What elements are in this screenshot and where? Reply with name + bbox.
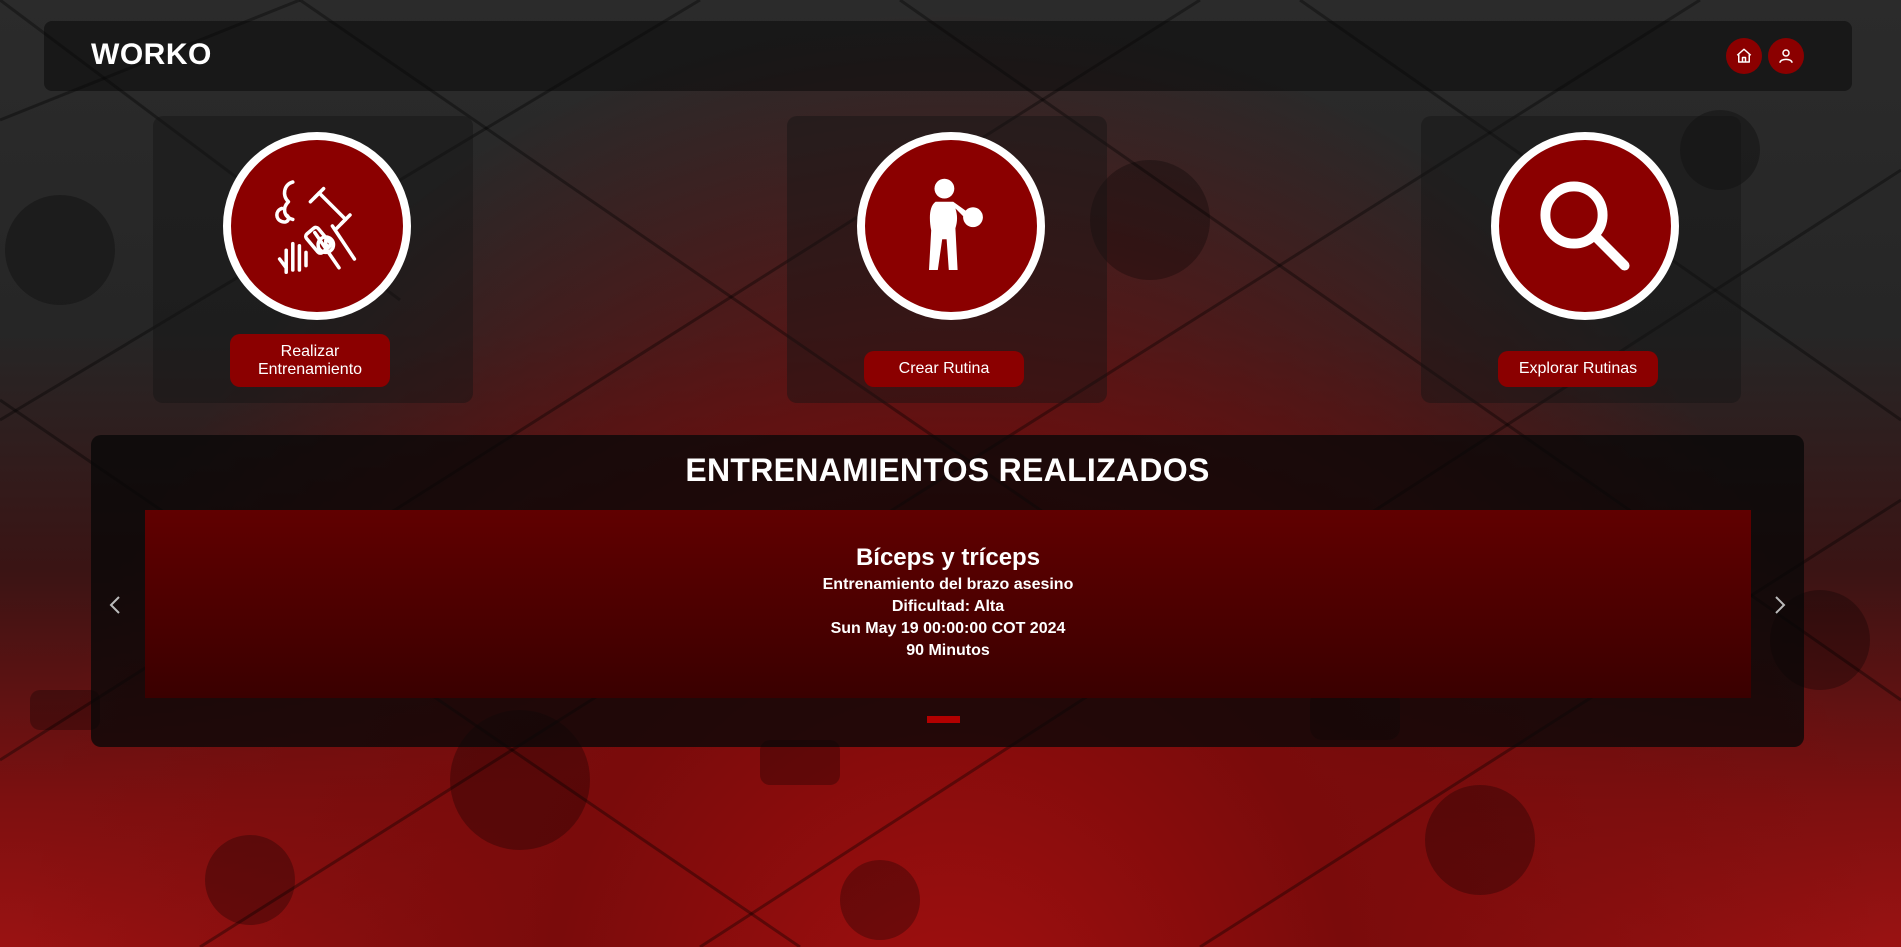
card-realizar-entrenamiento: Realizar Entrenamiento <box>153 116 473 403</box>
realizar-entrenamiento-button[interactable]: Realizar Entrenamiento <box>230 334 390 387</box>
workout-equipment-icon <box>275 180 357 274</box>
carousel-prev-button[interactable] <box>103 593 127 617</box>
history-panel: ENTRENAMIENTOS REALIZADOS Bíceps y tríce… <box>91 435 1804 747</box>
slide-workout-name: Bíceps y tríceps <box>855 544 1041 571</box>
carousel-next-button[interactable] <box>1768 593 1792 617</box>
card-explorar-rutinas: Explorar Rutinas <box>1421 116 1741 403</box>
explorar-rutinas-circle[interactable] <box>1491 132 1679 320</box>
explorar-rutinas-button[interactable]: Explorar Rutinas <box>1498 351 1658 387</box>
crear-rutina-button[interactable]: Crear Rutina <box>864 351 1024 387</box>
slide-description: Entrenamiento del brazo asesino <box>822 576 1074 593</box>
crear-rutina-circle[interactable] <box>857 132 1045 320</box>
top-navbar: WORKO <box>44 21 1852 91</box>
person-ball-icon <box>929 178 983 270</box>
navbar-icons <box>1726 38 1804 74</box>
carousel-indicator-active[interactable] <box>927 716 960 723</box>
slide-difficulty: Dificultad: Alta <box>891 598 1005 615</box>
workout-circle[interactable] <box>223 132 411 320</box>
slide-date: Sun May 19 00:00:00 COT 2024 <box>830 620 1066 637</box>
home-button[interactable] <box>1726 38 1762 74</box>
home-icon <box>1736 48 1752 63</box>
slide-duration: 90 Minutos <box>906 642 990 659</box>
brand-logo[interactable]: WORKO <box>91 38 212 72</box>
search-icon <box>1540 181 1630 271</box>
user-icon <box>1779 49 1793 63</box>
chevron-left-icon <box>109 596 120 614</box>
history-slide[interactable]: Bíceps y tríceps Entrenamiento del brazo… <box>145 510 1751 698</box>
card-crear-rutina: Crear Rutina <box>787 116 1107 403</box>
history-title: ENTRENAMIENTOS REALIZADOS <box>685 452 1210 488</box>
chevron-right-icon <box>1775 596 1786 614</box>
profile-button[interactable] <box>1768 38 1804 74</box>
